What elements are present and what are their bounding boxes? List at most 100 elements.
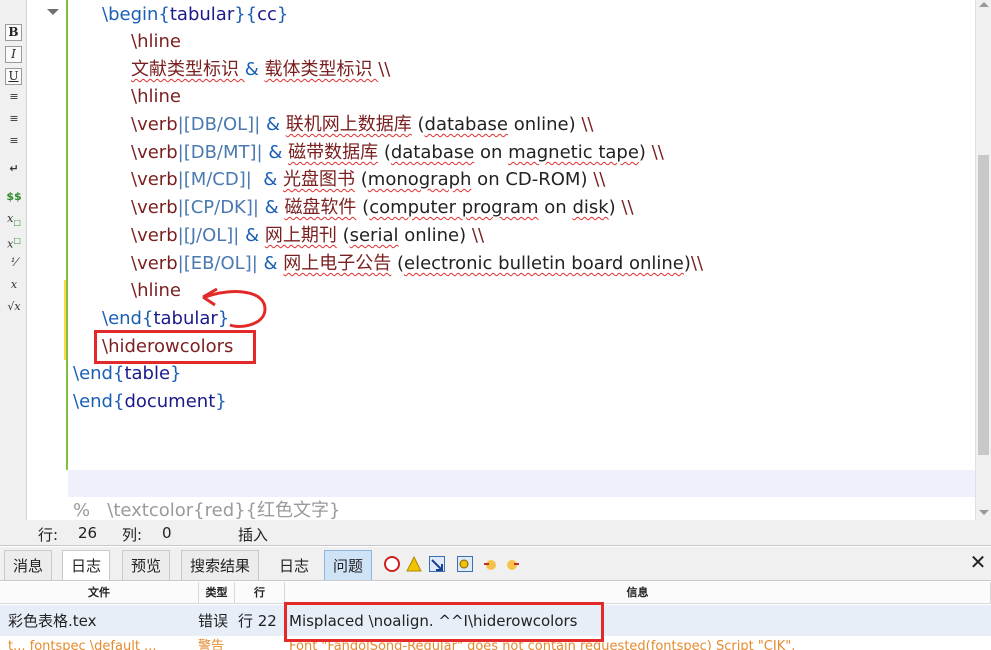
header-file[interactable]: 文件 bbox=[0, 582, 199, 604]
subscript-icon[interactable]: x□ bbox=[4, 210, 24, 228]
code-token: cc bbox=[257, 4, 277, 25]
code-token: } bbox=[170, 363, 182, 384]
code-line[interactable]: \verb|[DB/OL]| & 联机网上数据库 (database onlin… bbox=[131, 111, 593, 138]
code-token: }{ bbox=[234, 4, 258, 25]
frac-icon[interactable]: x bbox=[4, 276, 24, 294]
code-token: ( bbox=[411, 114, 425, 135]
annotation-box-hiderowcolors bbox=[94, 330, 256, 364]
tab-problems[interactable]: 问题 bbox=[324, 550, 373, 580]
code-token: \verb bbox=[131, 253, 178, 274]
code-token: serial bbox=[349, 225, 399, 246]
code-token: on bbox=[474, 142, 509, 163]
sqrt-icon[interactable]: √x bbox=[4, 298, 24, 316]
tab-preview[interactable]: 预览 bbox=[122, 550, 171, 580]
code-token: 光盘图书 bbox=[283, 169, 356, 190]
current-line-highlight bbox=[68, 470, 975, 497]
vertical-scrollbar[interactable] bbox=[975, 0, 991, 520]
align-center-icon[interactable]: ≡ bbox=[4, 110, 24, 128]
next-marker-icon[interactable] bbox=[505, 556, 521, 572]
bold-button[interactable]: B bbox=[5, 24, 22, 41]
code-token: \\ bbox=[621, 197, 634, 218]
cell-file: 彩色表格.tex bbox=[8, 612, 97, 630]
code-token: database bbox=[390, 142, 475, 163]
code-token: \verb bbox=[131, 169, 178, 190]
code-line[interactable]: \verb|[EB/OL]| & 网上电子公告 (electronic bull… bbox=[131, 250, 703, 277]
code-line[interactable]: \end{table} bbox=[73, 360, 181, 387]
close-panel-button[interactable]: ✕ bbox=[968, 550, 988, 574]
code-line[interactable]: \hline bbox=[131, 28, 181, 55]
code-token: 载体类型标识 bbox=[264, 59, 379, 80]
code-token: \end bbox=[73, 363, 113, 384]
tab-messages[interactable]: 消息 bbox=[4, 550, 53, 580]
math-inline-button[interactable]: $$ bbox=[4, 188, 24, 206]
superscript-icon[interactable]: x□ bbox=[4, 232, 24, 251]
code-token: { bbox=[141, 308, 154, 329]
scroll-down-icon[interactable] bbox=[979, 510, 989, 515]
code-token: ) bbox=[638, 142, 652, 163]
header-info[interactable]: 信息 bbox=[285, 582, 991, 604]
code-line[interactable]: \end{document} bbox=[73, 388, 227, 415]
header-line[interactable]: 行 bbox=[235, 582, 285, 604]
cell-line: 行 22 bbox=[238, 612, 277, 630]
code-token: & bbox=[260, 114, 286, 135]
code-token: on bbox=[538, 197, 573, 218]
code-token: \\ bbox=[690, 253, 704, 274]
cell-type: 警告 bbox=[198, 639, 225, 650]
align-left-icon[interactable]: ≡ bbox=[4, 88, 24, 106]
code-token: ( bbox=[378, 142, 391, 163]
code-line[interactable]: 文献类型标识 & 载体类型标识 \\ bbox=[131, 56, 390, 83]
newline-icon[interactable]: ↵ bbox=[4, 160, 24, 178]
code-token: ( bbox=[355, 169, 368, 190]
italic-button[interactable]: I bbox=[5, 46, 22, 63]
prev-marker-icon[interactable] bbox=[482, 556, 498, 572]
code-line[interactable]: \verb|[J/OL]| & 网上期刊 (serial online) \\ bbox=[131, 222, 484, 249]
badbox-icon[interactable] bbox=[429, 556, 445, 572]
code-token: \\ bbox=[593, 169, 606, 190]
code-token: online) bbox=[507, 114, 582, 135]
status-bar: 行: 26 列: 0 插入 bbox=[0, 520, 991, 546]
code-line[interactable]: \verb|[DB/MT]| & 磁带数据库 (database on magn… bbox=[131, 139, 664, 166]
tab-log-2[interactable]: 日志 bbox=[270, 550, 319, 580]
code-token: { bbox=[112, 363, 125, 384]
code-token: magnetic tape bbox=[508, 142, 639, 163]
scroll-up-icon[interactable] bbox=[979, 2, 989, 7]
code-token: ( bbox=[391, 253, 405, 274]
code-token: document bbox=[124, 391, 216, 412]
code-token: on CD-ROM) bbox=[471, 169, 594, 190]
code-token: \end bbox=[102, 308, 142, 329]
code-line[interactable]: \begin{tabular}{cc} bbox=[102, 1, 288, 28]
code-token: \end bbox=[73, 391, 113, 412]
code-token: |[EB/OL]| bbox=[177, 253, 258, 274]
row-label: 行: bbox=[38, 526, 59, 544]
stop-icon[interactable] bbox=[384, 556, 400, 572]
fold-collapse-icon[interactable] bbox=[47, 9, 59, 15]
code-line[interactable]: \hline bbox=[131, 277, 181, 304]
tab-log[interactable]: 日志 bbox=[62, 550, 111, 580]
code-line[interactable]: \verb|[CP/DK]| & 磁盘软件 (computer program … bbox=[131, 194, 634, 221]
code-token: monograph bbox=[367, 169, 472, 190]
scrollbar-thumb[interactable] bbox=[978, 155, 989, 455]
col-value: 0 bbox=[162, 524, 172, 542]
underline-button[interactable]: U bbox=[5, 68, 22, 85]
fraction-icon[interactable]: ⅟ bbox=[4, 254, 24, 272]
align-right-icon[interactable]: ≡ bbox=[4, 132, 24, 150]
annotation-box-error bbox=[284, 602, 604, 642]
warning-icon[interactable] bbox=[406, 555, 422, 572]
tab-search-results[interactable]: 搜索结果 bbox=[181, 550, 260, 580]
code-token: ( bbox=[356, 197, 370, 218]
header-type[interactable]: 类型 bbox=[199, 582, 235, 604]
code-token: 联机网上数据库 bbox=[285, 114, 412, 135]
code-editor[interactable]: \begin{tabular}{cc} \hline 文献类型标识 & 载体类型标识… bbox=[68, 0, 975, 520]
code-line[interactable]: \verb|[M/CD]| & 光盘图书 (monograph on CD-RO… bbox=[131, 166, 605, 193]
code-token: & bbox=[257, 253, 284, 274]
cell-file: t... fontspec \default ... bbox=[8, 639, 157, 650]
col-label: 列: bbox=[122, 526, 143, 544]
code-token: |[DB/OL]| bbox=[177, 114, 261, 135]
filter-icon[interactable] bbox=[457, 556, 473, 572]
code-token: & bbox=[244, 59, 265, 80]
code-token: { bbox=[112, 391, 125, 412]
code-token: 网上期刊 bbox=[264, 225, 337, 246]
code-token: \verb bbox=[131, 225, 178, 246]
code-token: 磁带数据库 bbox=[288, 142, 379, 163]
code-line[interactable]: \hline bbox=[131, 83, 181, 110]
